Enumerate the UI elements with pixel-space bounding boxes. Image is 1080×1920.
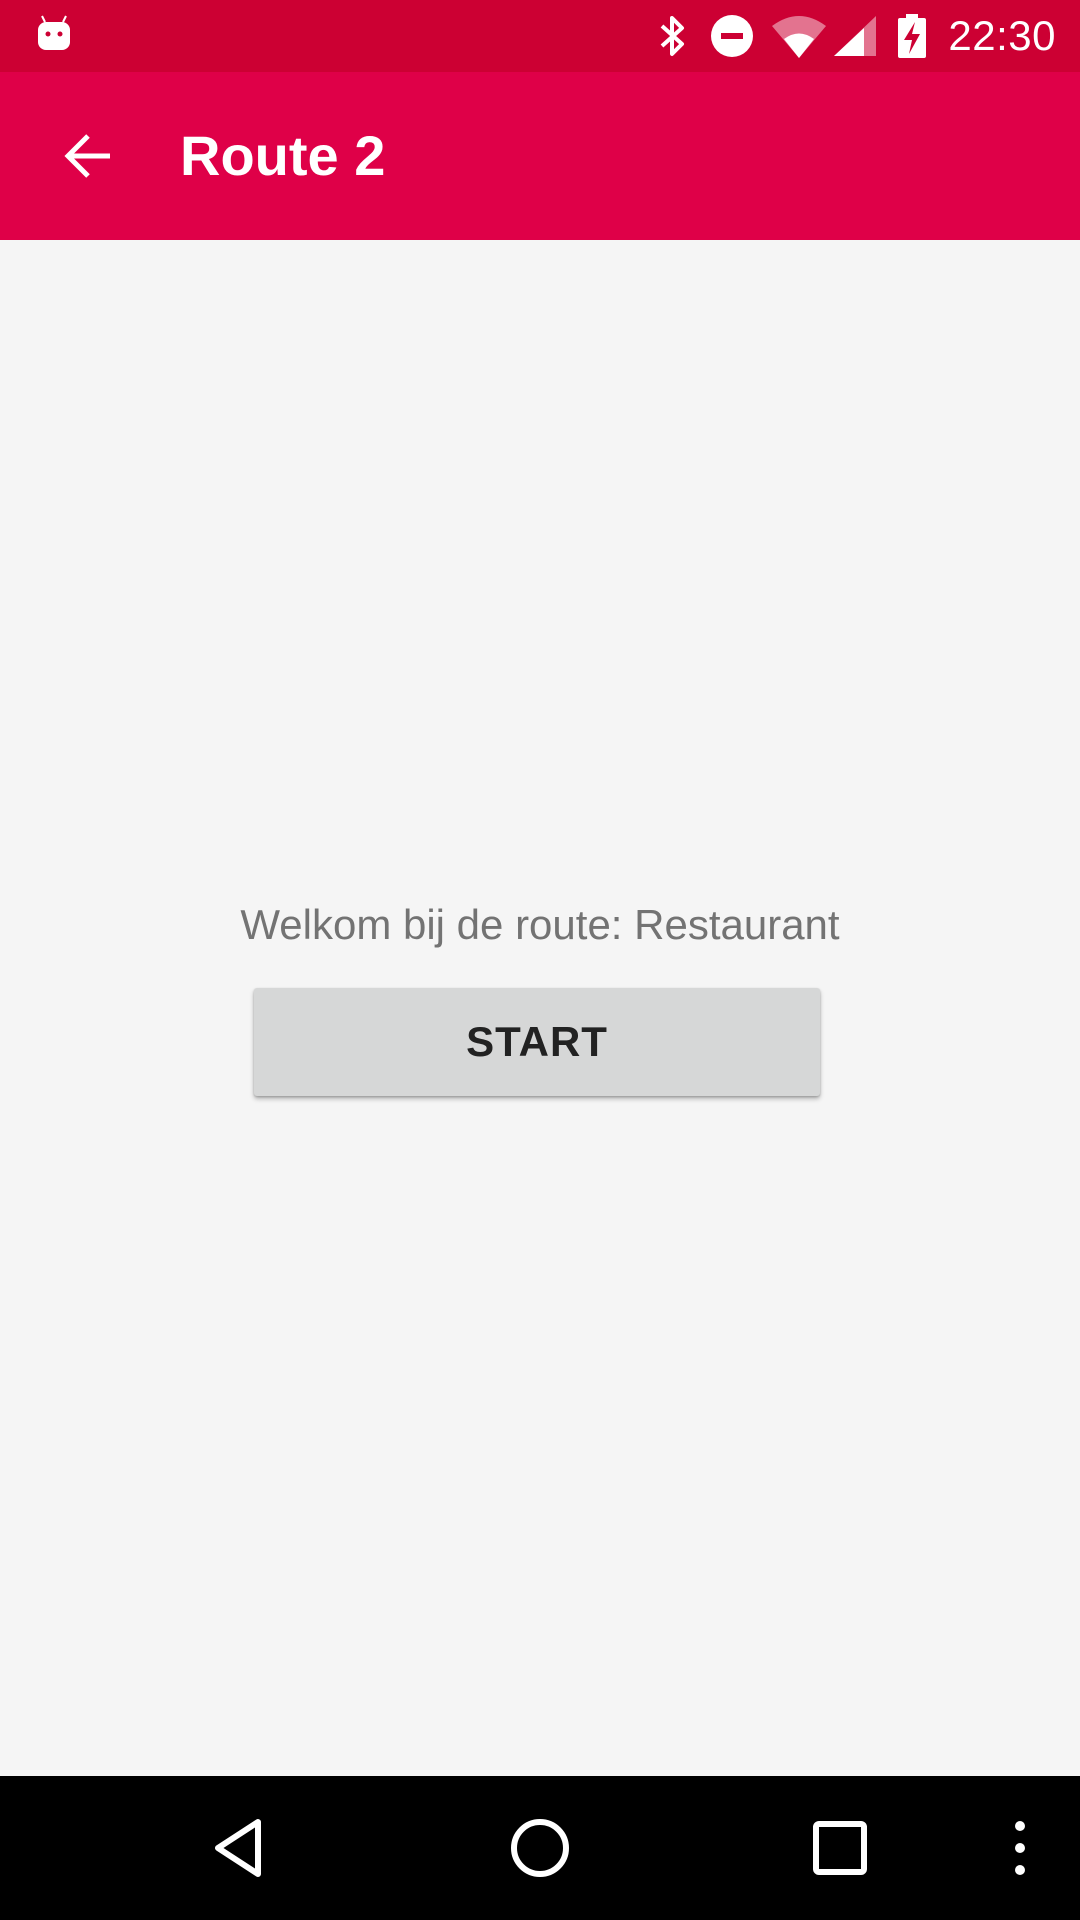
wifi-icon: [772, 16, 826, 58]
arrow-back-icon: [64, 134, 110, 178]
overflow-menu-icon: [1015, 1821, 1025, 1875]
back-button[interactable]: [40, 108, 136, 204]
back-triangle-icon: [215, 1819, 261, 1877]
main-content: Welkom bij de route: Restaurant START: [0, 240, 1080, 1776]
status-clock: 22:30: [948, 12, 1056, 59]
battery-charging-icon: [898, 14, 926, 58]
recents-square-icon: [813, 1821, 867, 1875]
nav-home-button[interactable]: [480, 1788, 600, 1908]
app-bar: Route 2: [0, 72, 1080, 240]
home-circle-icon: [511, 1819, 569, 1877]
nav-back-button[interactable]: [180, 1788, 300, 1908]
nav-recents-button[interactable]: [780, 1788, 900, 1908]
page-title: Route 2: [180, 124, 386, 187]
bluetooth-icon: [660, 16, 684, 56]
cell-signal-icon: [834, 16, 876, 56]
do-not-disturb-icon: [711, 15, 753, 57]
start-button[interactable]: START: [254, 988, 820, 1096]
welcome-text: Welkom bij de route: Restaurant: [240, 901, 840, 948]
android-debug-icon: [38, 15, 70, 50]
status-bar: 22:30: [0, 0, 1080, 72]
navigation-bar: [0, 1776, 1080, 1920]
nav-menu-button[interactable]: [960, 1788, 1080, 1908]
